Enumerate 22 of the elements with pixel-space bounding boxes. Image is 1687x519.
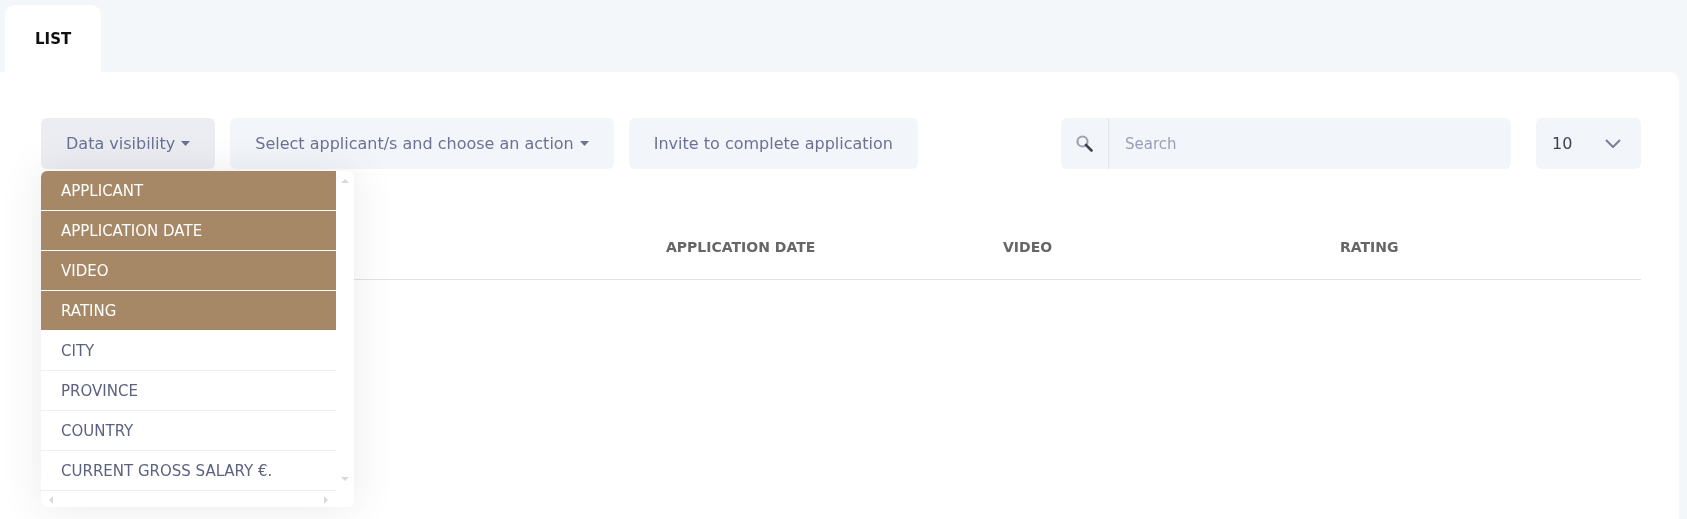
- column-header[interactable]: APPLICATION DATE: [666, 239, 1003, 255]
- invite-button[interactable]: Invite to complete application: [628, 118, 918, 169]
- menu-item[interactable]: CURRENT GROSS SALARY €.: [41, 451, 336, 491]
- bulk-action-button[interactable]: Select applicant/s and choose an action: [230, 118, 614, 169]
- search-icon: [1076, 135, 1093, 152]
- caret-icon: [181, 141, 191, 146]
- search-button[interactable]: [1061, 118, 1109, 169]
- menu-item[interactable]: PROVINCE: [41, 371, 336, 411]
- column-header[interactable]: VIDEO: [1003, 239, 1340, 255]
- menu-item[interactable]: VIDEO: [41, 251, 336, 291]
- menu-item[interactable]: CITY: [41, 331, 336, 371]
- chevron-down-icon: [1605, 139, 1621, 148]
- caret-icon: [579, 141, 589, 146]
- data-visibility-button[interactable]: Data visibility: [41, 118, 216, 169]
- menu-item[interactable]: RATING: [41, 291, 336, 331]
- search-field[interactable]: Search: [1109, 118, 1511, 169]
- list-tab[interactable]: LIST: [5, 5, 102, 72]
- page-size-select[interactable]: 10: [1536, 118, 1641, 169]
- column-header[interactable]: RATING: [1340, 239, 1641, 255]
- menu-item[interactable]: APPLICATION DATE: [41, 211, 336, 251]
- menu-item[interactable]: APPLICANT: [41, 171, 336, 211]
- menu-item[interactable]: COUNTRY: [41, 411, 336, 451]
